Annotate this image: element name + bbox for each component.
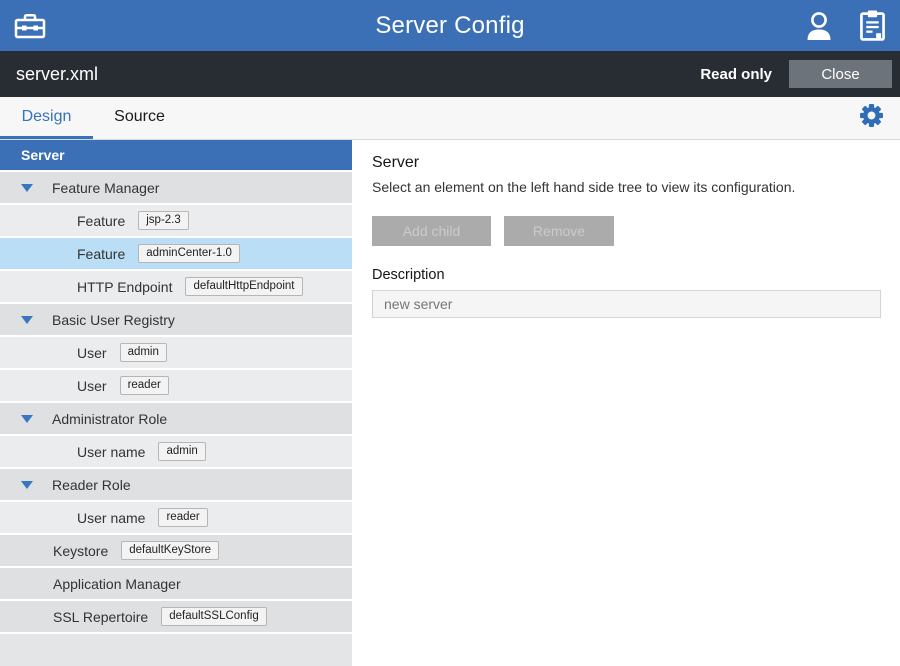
- clipboard-icon[interactable]: [859, 10, 886, 41]
- panel-title: Server: [372, 154, 881, 172]
- panel-description: Select an element on the left hand side …: [372, 179, 881, 195]
- tree-item-label: Application Manager: [53, 576, 181, 592]
- tree-item[interactable]: SSL Repertoire defaultSSLConfig: [0, 601, 352, 632]
- triangle-down-icon[interactable]: [21, 316, 33, 324]
- tree-item-label: Feature: [77, 246, 125, 262]
- tree-item-badge: jsp-2.3: [138, 211, 189, 231]
- tree-item[interactable]: User reader: [0, 370, 352, 401]
- tree-item-label: HTTP Endpoint: [77, 279, 172, 295]
- top-app-bar: Server Config: [0, 0, 900, 51]
- tree-item[interactable]: Feature jsp-2.3: [0, 205, 352, 236]
- tree-item-label: Reader Role: [52, 477, 131, 493]
- page-title: Server Config: [0, 12, 900, 40]
- tree-item-label: Administrator Role: [52, 411, 167, 427]
- remove-button[interactable]: Remove: [504, 216, 614, 246]
- tree-item-badge: defaultSSLConfig: [161, 607, 267, 627]
- tree-item[interactable]: Reader Role: [0, 469, 352, 500]
- tree-item[interactable]: HTTP Endpoint defaultHttpEndpoint: [0, 271, 352, 302]
- readonly-badge: Read only: [700, 66, 772, 83]
- tree-item-label: SSL Repertoire: [53, 609, 148, 625]
- content-area: Server Feature ManagerFeaturejsp-2.3Feat…: [0, 140, 900, 666]
- gear-icon[interactable]: [859, 103, 884, 133]
- tree-item-label: User: [77, 345, 107, 361]
- tree-item[interactable]: User admin: [0, 337, 352, 368]
- tab-design[interactable]: Design: [0, 97, 93, 139]
- toolbox-icon[interactable]: [14, 12, 46, 40]
- tab-bar: Design Source: [0, 97, 900, 140]
- tree-item-badge: reader: [158, 508, 207, 528]
- tree-filler: [0, 634, 352, 666]
- tree-item-badge: defaultHttpEndpoint: [185, 277, 302, 297]
- tree-item-badge: defaultKeyStore: [121, 541, 219, 561]
- file-bar: server.xml Read only Close: [0, 51, 900, 97]
- add-child-button[interactable]: Add child: [372, 216, 491, 246]
- triangle-down-icon[interactable]: [21, 184, 33, 192]
- tree-item-label: Basic User Registry: [52, 312, 175, 328]
- file-name: server.xml: [16, 64, 98, 85]
- triangle-down-icon[interactable]: [21, 415, 33, 423]
- detail-panel: Server Select an element on the left han…: [352, 140, 900, 666]
- tree-item[interactable]: Administrator Role: [0, 403, 352, 434]
- tree-item[interactable]: Basic User Registry: [0, 304, 352, 335]
- tree-item-label: User name: [77, 444, 145, 460]
- tree-item-label: Feature Manager: [52, 180, 159, 196]
- tree-item-label: Keystore: [53, 543, 108, 559]
- tree-item[interactable]: Application Manager: [0, 568, 352, 599]
- tree-item-label: User: [77, 378, 107, 394]
- tree-item-badge: admin: [158, 442, 205, 462]
- tree-item-label: User name: [77, 510, 145, 526]
- tree-item-label: Feature: [77, 213, 125, 229]
- tree-item-badge: admin: [120, 343, 167, 363]
- tree-item[interactable]: User name reader: [0, 502, 352, 533]
- tree-item[interactable]: Feature Manager: [0, 172, 352, 203]
- config-tree: Server Feature ManagerFeaturejsp-2.3Feat…: [0, 140, 352, 666]
- user-icon[interactable]: [806, 11, 832, 40]
- tree-item[interactable]: User name admin: [0, 436, 352, 467]
- close-button[interactable]: Close: [789, 60, 892, 88]
- tree-item-badge: adminCenter-1.0: [138, 244, 240, 264]
- tree-item[interactable]: Feature adminCenter-1.0: [0, 238, 352, 269]
- tree-rows: Feature Manager Feature jsp-2.3 Feature admi…: [0, 172, 352, 634]
- tree-root-server[interactable]: Server: [0, 140, 352, 170]
- tab-source[interactable]: Source: [93, 97, 186, 139]
- triangle-down-icon[interactable]: [21, 481, 33, 489]
- tree-item[interactable]: Keystore defaultKeyStore: [0, 535, 352, 566]
- description-field-label: Description: [372, 267, 881, 283]
- tree-item-badge: reader: [120, 376, 169, 396]
- description-input[interactable]: [372, 290, 881, 318]
